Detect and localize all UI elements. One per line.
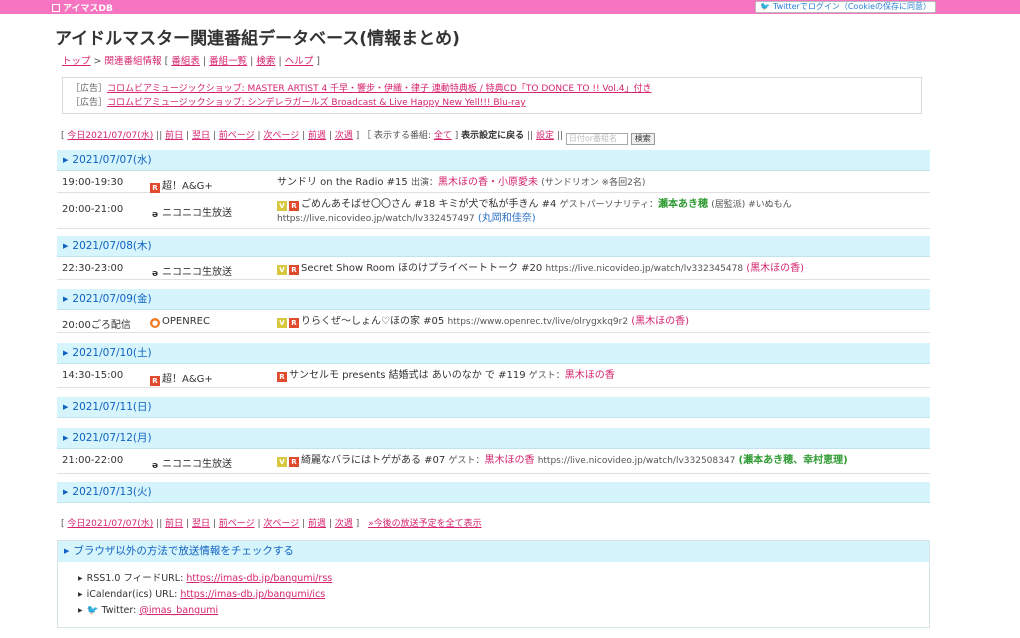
date-nav-top: [ 今日2021/07/07(水) || 前日 | 翌日 | 前ページ | 次ペ… bbox=[61, 128, 655, 145]
rss-row: ▶ RSS1.0 フィードURL: https://imas-db.jp/bang… bbox=[78, 573, 333, 584]
triangle-icon: ▶ bbox=[63, 403, 69, 411]
prev-week-link[interactable]: 前週 bbox=[308, 519, 326, 529]
niconico-icon: ǝ bbox=[151, 269, 159, 279]
radio-icon: R bbox=[277, 372, 287, 382]
day-header: ▶ 2021/07/12(月) bbox=[57, 428, 930, 449]
ical-link[interactable]: https://imas-db.jp/bangumi/ics bbox=[180, 589, 325, 600]
search-input[interactable]: 日付or番組名 bbox=[565, 133, 628, 145]
openrec-icon: ● bbox=[150, 318, 160, 328]
day-section: ▶ 2021/07/11(日) bbox=[57, 397, 930, 418]
ad-row: ［広告］コロムビアミュージックショップ: MASTER ARTIST 4 千早・… bbox=[71, 84, 652, 94]
niconico-icon: ǝ bbox=[151, 461, 159, 471]
triangle-icon: ▶ bbox=[63, 242, 69, 250]
bullet-icon: ▶ bbox=[78, 575, 83, 582]
video-icon: V bbox=[277, 457, 287, 467]
radio-icon: R bbox=[289, 457, 299, 467]
link-search[interactable]: 検索 bbox=[256, 56, 275, 67]
program-row: 22:30-23:00 ǝ ニコニコ生放送 V R Secret Show Room … bbox=[57, 257, 930, 280]
page-title: アイドルマスター関連番組データベース(情報まとめ) bbox=[55, 29, 460, 49]
show-all-link[interactable]: »今後の放送予定を全て表示 bbox=[368, 519, 482, 529]
radio-icon: R bbox=[150, 376, 160, 386]
breadcrumb-top-link[interactable]: トップ bbox=[62, 56, 91, 67]
panel-header: ▶ ブラウザ以外の方法で放送情報をチェックする bbox=[58, 541, 929, 562]
ad-box: ［広告］コロムビアミュージックショップ: MASTER ARTIST 4 千早・… bbox=[62, 77, 922, 114]
cast-link[interactable]: 黒木ほの香 bbox=[565, 370, 615, 381]
day-header: ▶ 2021/07/13(火) bbox=[57, 482, 930, 503]
breadcrumb: トップ > 関連番組情報 [ 番組表 | 番組一覧 | 検索 | ヘルプ ] bbox=[62, 56, 320, 67]
next-week-link[interactable]: 次週 bbox=[335, 519, 353, 529]
day-section: ▶ 2021/07/09(金) 20:00ごろ配信 ● OPENREC V R りらくぜ… bbox=[57, 289, 930, 333]
cast-link[interactable]: 黒木ほの香 bbox=[485, 455, 535, 466]
link-program-list[interactable]: 番組一覧 bbox=[209, 56, 247, 67]
triangle-icon: ▶ bbox=[63, 349, 69, 357]
search-button[interactable]: 検索 bbox=[630, 133, 655, 145]
ad-link[interactable]: コロムビアミュージックショップ: シンデレラガールズ Broadcast & L… bbox=[107, 98, 526, 108]
day-section: ▶ 2021/07/08(木) 22:30-23:00 ǝ ニコニコ生放送 V R Se… bbox=[57, 236, 930, 280]
date-nav-bottom: [ 今日2021/07/07(水) || 前日 | 翌日 | 前ページ | 次ペ… bbox=[61, 519, 482, 529]
breadcrumb-current: 関連番組情報 bbox=[104, 56, 162, 67]
today-link[interactable]: 今日2021/07/07(水) bbox=[67, 131, 153, 141]
day-header: ▶ 2021/07/08(木) bbox=[57, 236, 930, 257]
video-icon: V bbox=[277, 318, 287, 328]
video-icon: V bbox=[277, 265, 287, 275]
bullet-icon: ▶ bbox=[78, 607, 83, 614]
next-page-link[interactable]: 次ページ bbox=[263, 519, 299, 529]
ical-row: ▶ iCalendar(ics) URL: https://imas-db.jp/… bbox=[78, 589, 326, 600]
settings-link[interactable]: 設定 bbox=[536, 131, 554, 141]
program-row: 20:00-21:00 ǝ ニコニコ生放送 V R ごめんあそばせ〇〇さん #18 キ… bbox=[57, 193, 930, 229]
prev-page-link[interactable]: 前ページ bbox=[219, 131, 255, 141]
day-section: ▶ 2021/07/07(水) 19:00-19:30 R 超！A&G+ サンドリ … bbox=[57, 150, 930, 229]
next-day-link[interactable]: 翌日 bbox=[192, 519, 210, 529]
ad-link[interactable]: コロムビアミュージックショップ: MASTER ARTIST 4 千早・響步・伊… bbox=[107, 84, 651, 94]
niconico-icon: ǝ bbox=[151, 210, 159, 220]
triangle-icon: ▶ bbox=[63, 295, 69, 303]
rss-link[interactable]: https://imas-db.jp/bangumi/rss bbox=[186, 573, 332, 584]
triangle-icon: ▶ bbox=[63, 434, 69, 442]
link-schedule[interactable]: 番組表 bbox=[171, 56, 200, 67]
day-section: ▶ 2021/07/13(火) bbox=[57, 482, 930, 503]
site-logo[interactable]: アイマスDB bbox=[52, 1, 113, 14]
next-day-link[interactable]: 翌日 bbox=[192, 131, 210, 141]
cast-link[interactable]: 瀬本あき穂 bbox=[658, 199, 708, 210]
twitter-row: ▶ 🐦 Twitter: @imas_bangumi bbox=[78, 605, 219, 616]
day-header: ▶ 2021/07/07(水) bbox=[57, 150, 930, 171]
display-settings-link[interactable]: 表示設定に戻る bbox=[461, 131, 524, 141]
feed-panel: ▶ ブラウザ以外の方法で放送情報をチェックする ▶ RSS1.0 フィードURL: … bbox=[57, 540, 930, 628]
program-row: 20:00ごろ配信 ● OPENREC V R りらくぜ〜しょん♡ほの家 #05 ht… bbox=[57, 310, 930, 333]
day-header: ▶ 2021/07/09(金) bbox=[57, 289, 930, 310]
program-row: 19:00-19:30 R 超！A&G+ サンドリ on the Radio #1… bbox=[57, 171, 930, 193]
prev-week-link[interactable]: 前週 bbox=[308, 131, 326, 141]
video-icon: V bbox=[277, 201, 287, 211]
top-bar: アイマスDB 🐦 Twitterでログイン（Cookieの保存に同意） bbox=[0, 0, 1020, 14]
triangle-icon: ▶ bbox=[63, 156, 69, 164]
cast-link[interactable]: 黒木ほの香・小原愛未 bbox=[438, 177, 538, 188]
twitter-login-button[interactable]: 🐦 Twitterでログイン（Cookieの保存に同意） bbox=[755, 1, 936, 13]
next-page-link[interactable]: 次ページ bbox=[263, 131, 299, 141]
radio-icon: R bbox=[289, 318, 299, 328]
radio-icon: R bbox=[289, 201, 299, 211]
day-section: ▶ 2021/07/12(月) 21:00-22:00 ǝ ニコニコ生放送 V R 綺麗… bbox=[57, 428, 930, 474]
next-week-link[interactable]: 次週 bbox=[335, 131, 353, 141]
triangle-icon: ▶ bbox=[63, 488, 69, 496]
prev-day-link[interactable]: 前日 bbox=[165, 131, 183, 141]
program-row: 21:00-22:00 ǝ ニコニコ生放送 V R 綺麗なバラにはトゲがある #07 … bbox=[57, 449, 930, 474]
radio-icon: R bbox=[150, 183, 160, 193]
twitter-icon: 🐦 bbox=[760, 2, 771, 11]
triangle-icon: ▶ bbox=[64, 547, 70, 555]
today-link[interactable]: 今日2021/07/07(水) bbox=[67, 519, 153, 529]
bullet-icon: ▶ bbox=[78, 591, 83, 598]
filter-all-link[interactable]: 全て bbox=[434, 131, 452, 141]
day-section: ▶ 2021/07/10(土) 14:30-15:00 R 超！A&G+ R サンセル… bbox=[57, 343, 930, 388]
twitter-icon: 🐦 bbox=[86, 605, 99, 616]
day-header: ▶ 2021/07/11(日) bbox=[57, 397, 930, 418]
ad-row: ［広告］コロムビアミュージックショップ: シンデレラガールズ Broadcast… bbox=[71, 98, 526, 108]
logo-icon bbox=[52, 4, 60, 12]
prev-day-link[interactable]: 前日 bbox=[165, 519, 183, 529]
radio-icon: R bbox=[289, 265, 299, 275]
prev-page-link[interactable]: 前ページ bbox=[219, 519, 255, 529]
program-row: 14:30-15:00 R 超！A&G+ R サンセルモ presents 結婚式は… bbox=[57, 364, 930, 388]
twitter-link[interactable]: @imas_bangumi bbox=[139, 605, 218, 616]
link-help[interactable]: ヘルプ bbox=[285, 56, 314, 67]
day-header: ▶ 2021/07/10(土) bbox=[57, 343, 930, 364]
